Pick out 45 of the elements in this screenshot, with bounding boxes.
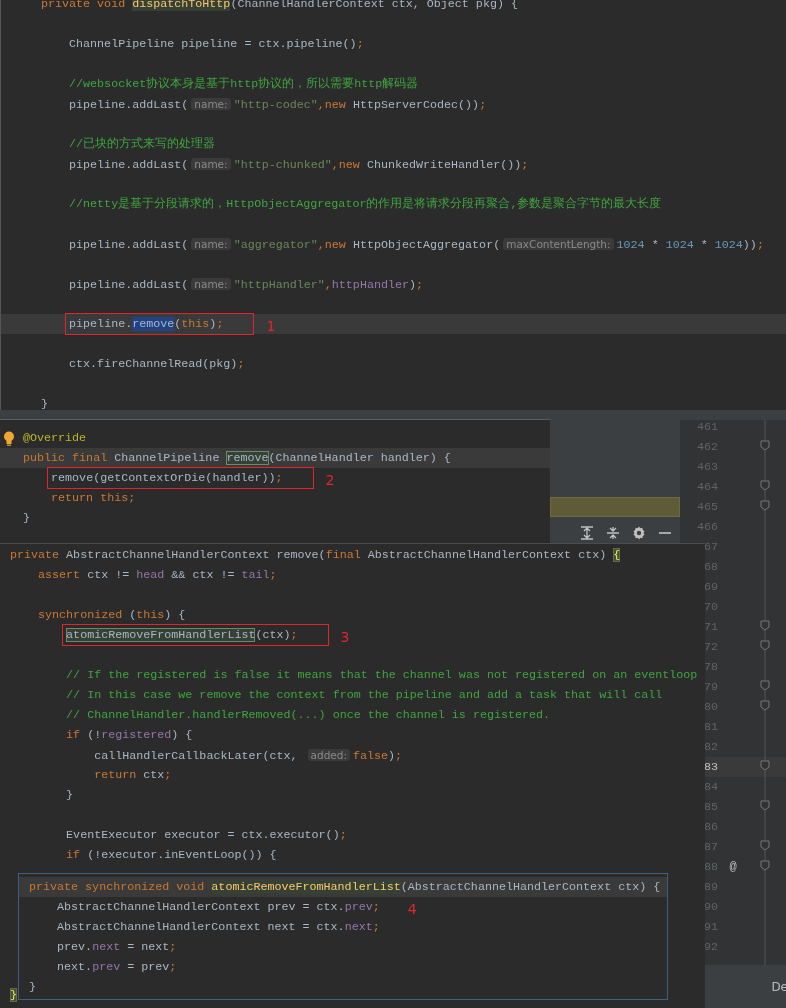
code-line: return ctx; [93, 767, 172, 783]
callout-number: 4 [407, 901, 417, 917]
code-line: AbstractChannelHandlerContext next = ctx.next; [56, 919, 380, 935]
code-line: pipeline.addLast( name: "http-chunked",new ChunkedWriteHandler()); [68, 156, 529, 173]
code-line: @Override [23, 430, 87, 446]
code-line: pipeline.remove(this); [69, 316, 224, 332]
expand-all-icon[interactable] [580, 526, 594, 540]
code-line: ctx.fireChannelRead(pkg); [68, 356, 245, 372]
code-line: // In this case we remove the context from the pipeline and add a task that will call [65, 687, 663, 703]
code-line: pipeline.addLast( name: "httpHandler",httpHandler); [68, 276, 423, 293]
code-line: private AbstractChannelHandlerContext remove(final AbstractChannelHandlerContext ctx) { [10, 547, 621, 563]
code-line: } [41, 396, 48, 410]
code-line: atomicRemoveFromHandlerList(ctx); [66, 627, 298, 643]
callout-number: 3 [340, 629, 350, 645]
code-line: //netty是基于分段请求的，HttpObjectAggregator的作用是将请求分段再聚合,参数是聚合字节的最大长度 [68, 196, 662, 212]
code-line: AbstractChannelHandlerContext prev = ctx.prev; [56, 899, 380, 915]
code-line: // ChannelHandler.handlerRemoved(...) once the channel is registered. [65, 707, 551, 723]
code-line: synchronized (this) { [37, 607, 186, 623]
code-line: next.prev = prev; [56, 959, 177, 975]
code-line: } [29, 979, 36, 995]
code-line: callHandlerCallbackLater(ctx, added: false); [93, 747, 403, 764]
code-line: pipeline.addLast( name: "http-codec",new HttpServerCodec()); [68, 96, 487, 113]
code-line: if (!executor.inEventLoop()) { [65, 847, 277, 863]
callout-number: 1 [266, 318, 276, 334]
code-line: //已块的方式来写的处理器 [68, 136, 216, 152]
code-line: } [23, 510, 30, 526]
collapse-all-icon[interactable] [606, 526, 620, 540]
gutter-marker[interactable]: @ [718, 860, 748, 874]
code-line: } [65, 787, 74, 803]
code-line: if (!registered) { [65, 727, 193, 743]
code-line: remove(getContextOrDie(handler)); [51, 470, 283, 486]
code-line: pipeline.addLast( name: "aggregator",new HttpObjectAggregator( maxContentLength: 1024 * 1024 * 1024)); [68, 236, 764, 253]
line-number: 83 [702, 760, 718, 774]
callout-number: 2 [325, 472, 335, 488]
code-line: private synchronized void atomicRemoveFromHandlerList(AbstractChannelHandlerContext ctx) { [29, 879, 661, 895]
code-line: // If the registered is false it means that the channel was not registered on an eventloop [65, 667, 698, 683]
lightbulb-icon[interactable] [3, 431, 15, 446]
code-line: EventExecutor executor = ctx.executor(); [65, 827, 347, 843]
code-line: ChannelPipeline pipeline = ctx.pipeline(); [68, 36, 364, 52]
code-line: public final ChannelPipeline remove(ChannelHandler handler) { [23, 450, 451, 466]
settings-icon[interactable] [632, 526, 646, 540]
code-line: return this; [50, 490, 136, 506]
code-line: assert ctx != head && ctx != tail; [37, 567, 277, 583]
code-line: prev.next = next; [56, 939, 177, 955]
code-line: //websocket协议本身是基于http协议的，所以需要http解码器 [68, 76, 419, 92]
